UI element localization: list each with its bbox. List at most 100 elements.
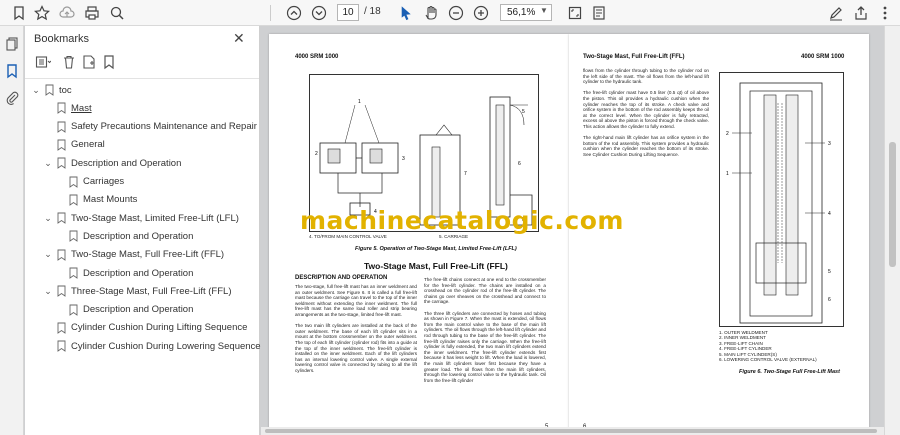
body-text-column-1: The two-stage, full free-lift mast has a… bbox=[295, 284, 417, 373]
scrollbar-thumb[interactable] bbox=[889, 142, 896, 267]
svg-text:6: 6 bbox=[518, 161, 521, 167]
expand-chevron-icon[interactable]: ⌄ bbox=[43, 249, 53, 260]
svg-text:2: 2 bbox=[726, 131, 729, 137]
bookmark-flag-icon bbox=[57, 139, 66, 151]
bookmarks-panel-icon[interactable] bbox=[4, 63, 20, 79]
bookmark-label: Description and Operation bbox=[83, 267, 194, 279]
bookmark-label: Mast bbox=[71, 102, 92, 114]
bookmark-flag-icon bbox=[57, 212, 66, 224]
vertical-scrollbar[interactable] bbox=[884, 26, 900, 435]
share-icon[interactable] bbox=[852, 4, 870, 22]
body-text-column-1: flows from the cylinder through tubing t… bbox=[583, 68, 709, 157]
bookmark-flag-icon bbox=[69, 304, 78, 316]
page-total-label: / 18 bbox=[364, 6, 381, 17]
expand-chevron-icon[interactable]: ⌄ bbox=[31, 85, 41, 96]
page-header: 4000 SRM 1000 bbox=[295, 54, 339, 60]
bookmark-item[interactable]: General bbox=[25, 136, 259, 154]
page-up-icon[interactable] bbox=[285, 4, 303, 22]
bookmark-label: Two-Stage Mast, Limited Free-Lift (LFL) bbox=[71, 212, 239, 224]
bookmark-flag-icon bbox=[57, 249, 66, 261]
bookmark-item[interactable]: ⌄ Three-Stage Mast, Full Free-Lift (FFL) bbox=[25, 282, 259, 300]
print-icon[interactable] bbox=[83, 4, 101, 22]
main-toolbar: 10 / 18 56,1% ▼ bbox=[0, 0, 900, 26]
scrollbar-thumb[interactable] bbox=[265, 429, 877, 433]
figure-legend: 1. OUTER WELDMENT 2. INNER WELDMENT 3. FRE… bbox=[719, 330, 817, 362]
close-icon[interactable]: ✕ bbox=[233, 30, 245, 47]
horizontal-scrollbar[interactable] bbox=[261, 427, 884, 435]
section-title: Two-Stage Mast, Full Free-Lift (FFL) bbox=[364, 261, 508, 271]
bookmark-flag-icon bbox=[57, 102, 66, 115]
bookmarks-toolbar bbox=[33, 54, 253, 72]
page-header: Two-Stage Mast, Full Free-Lift (FFL) bbox=[583, 54, 685, 60]
svg-text:7: 7 bbox=[464, 171, 467, 177]
page-display-icon[interactable] bbox=[590, 4, 608, 22]
bookmark-item[interactable]: ⌄ Two-Stage Mast, Limited Free-Lift (LFL) bbox=[25, 209, 259, 227]
page-number-input[interactable]: 10 bbox=[337, 4, 359, 21]
bookmark-item[interactable]: Description and Operation bbox=[25, 264, 259, 282]
bookmark-item[interactable]: Description and Operation bbox=[25, 301, 259, 319]
bookmark-flag-icon bbox=[69, 267, 78, 279]
bookmark-item[interactable]: ⌄ toc bbox=[25, 81, 259, 99]
svg-text:1: 1 bbox=[726, 171, 729, 177]
bookmark-item[interactable]: Description and Operation bbox=[25, 227, 259, 245]
figure-caption: Figure 6. Two-Stage Full Free-Lift Mast bbox=[739, 369, 840, 375]
attachment-icon[interactable] bbox=[4, 90, 20, 106]
svg-text:5: 5 bbox=[522, 109, 525, 115]
delete-bookmark-icon[interactable] bbox=[61, 54, 77, 70]
svg-text:4: 4 bbox=[828, 211, 831, 217]
bookmark-label: Two-Stage Mast, Full Free-Lift (FFL) bbox=[71, 249, 225, 261]
bookmarks-title: Bookmarks bbox=[34, 33, 90, 45]
svg-text:6: 6 bbox=[828, 297, 831, 303]
bookmark-label: toc bbox=[59, 84, 72, 96]
bookmark-flag-icon bbox=[57, 121, 66, 133]
svg-text:3: 3 bbox=[402, 156, 405, 162]
svg-text:3: 3 bbox=[828, 141, 831, 147]
subsection-heading: DESCRIPTION AND OPERATION bbox=[295, 275, 388, 281]
bookmark-label: Description and Operation bbox=[71, 157, 182, 169]
bookmark-label: Cylinder Cushion During Lowering Sequenc… bbox=[71, 340, 261, 352]
options-menu-icon[interactable] bbox=[35, 54, 52, 70]
body-text-column-2: The free-lift chains connect at one end … bbox=[424, 277, 546, 383]
new-bookmark-icon[interactable] bbox=[81, 54, 97, 70]
bookmark-add-icon[interactable] bbox=[10, 4, 28, 22]
svg-text:5: 5 bbox=[828, 269, 831, 275]
upload-icon[interactable] bbox=[58, 4, 76, 22]
bookmark-flag-icon bbox=[57, 340, 66, 353]
star-icon[interactable] bbox=[33, 4, 51, 22]
select-cursor-icon[interactable] bbox=[397, 4, 415, 22]
bookmark-item[interactable]: Safety Precautions Maintenance and Repai… bbox=[25, 118, 259, 136]
legend-entry: 6. LOWERING CONTROL VALVE (EXTERNAL) bbox=[719, 357, 817, 363]
more-icon[interactable] bbox=[876, 4, 894, 22]
bookmark-label: Safety Precautions Maintenance and Repai… bbox=[71, 121, 257, 133]
zoom-search-icon[interactable] bbox=[108, 4, 126, 22]
bookmark-item[interactable]: Cylinder Cushion During Lowering Sequenc… bbox=[25, 337, 261, 355]
expand-chevron-icon[interactable]: ⌄ bbox=[43, 213, 53, 224]
bookmark-flag-icon bbox=[69, 194, 78, 206]
expand-chevron-icon[interactable]: ⌄ bbox=[43, 286, 53, 297]
figure-caption: Figure 5. Operation of Two-Stage Mast, L… bbox=[355, 246, 517, 252]
page-down-icon[interactable] bbox=[310, 4, 328, 22]
navigation-rail bbox=[0, 26, 24, 435]
bookmark-flag-icon bbox=[57, 157, 66, 170]
sign-icon[interactable] bbox=[827, 4, 845, 22]
svg-text:2: 2 bbox=[315, 151, 318, 157]
bookmark-item[interactable]: Mast bbox=[25, 99, 259, 117]
bookmark-item[interactable]: Cylinder Cushion During Lifting Sequence bbox=[25, 319, 259, 337]
bookmark-label: General bbox=[71, 139, 105, 151]
zoom-out-icon[interactable] bbox=[447, 4, 465, 22]
page-header-right: 4000 SRM 1000 bbox=[801, 54, 845, 60]
hand-icon[interactable] bbox=[422, 4, 440, 22]
figure-6-diagram: 2 3 1 4 5 6 bbox=[719, 72, 844, 327]
bookmark-item[interactable]: Carriages bbox=[25, 173, 259, 191]
expand-chevron-icon[interactable]: ⌄ bbox=[43, 158, 53, 169]
bookmark-item[interactable]: ⌄ Two-Stage Mast, Full Free-Lift (FFL) bbox=[25, 246, 259, 264]
chevron-down-icon[interactable]: ▼ bbox=[540, 6, 548, 15]
bookmark-item[interactable]: ⌄ Description and Operation bbox=[25, 154, 259, 172]
fit-page-icon[interactable] bbox=[566, 4, 584, 22]
bookmark-flag-icon bbox=[45, 84, 54, 96]
zoom-in-icon[interactable] bbox=[472, 4, 490, 22]
bookmark-tag-icon[interactable] bbox=[101, 54, 117, 70]
bookmark-label: Three-Stage Mast, Full Free-Lift (FFL) bbox=[71, 285, 232, 297]
page-thumbnails-icon[interactable] bbox=[4, 36, 20, 52]
bookmark-item[interactable]: Mast Mounts bbox=[25, 191, 259, 209]
